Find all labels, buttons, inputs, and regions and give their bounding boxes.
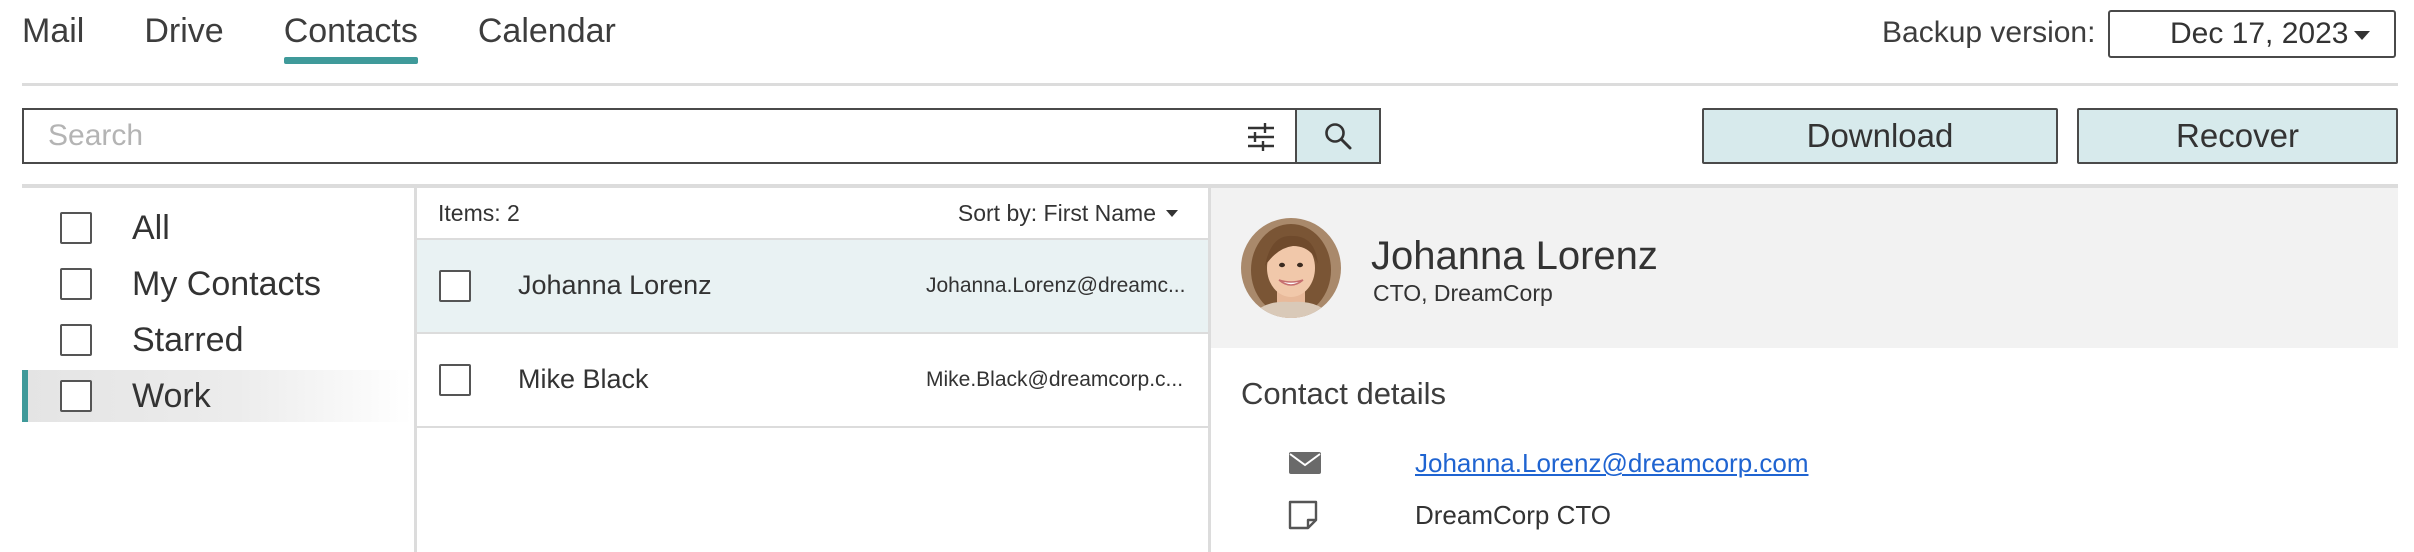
list-header: Items: 2 Sort by: First Name — [438, 196, 1178, 232]
contact-row[interactable]: Mike Black Mike.Black@dreamcorp.c... — [417, 334, 1208, 428]
caret-down-icon — [1166, 210, 1178, 217]
sort-dropdown[interactable]: Sort by: First Name — [958, 200, 1178, 227]
folder-label: My Contacts — [132, 264, 321, 303]
contact-email: Mike.Black@dreamcorp.c... — [926, 368, 1184, 391]
folder-my-contacts[interactable]: My Contacts — [22, 258, 412, 310]
folder-label: All — [132, 208, 170, 247]
contact-checkbox[interactable] — [439, 364, 471, 396]
folder-all[interactable]: All — [22, 202, 412, 254]
search-button[interactable] — [1295, 108, 1381, 164]
detail-note-row: DreamCorp CTO — [1288, 496, 2288, 536]
folder-label: Work — [132, 376, 211, 415]
envelope-icon — [1289, 452, 1321, 474]
filter-sliders-icon[interactable] — [1246, 122, 1276, 152]
folder-checkbox[interactable] — [60, 268, 92, 300]
search-input[interactable] — [24, 110, 1200, 162]
download-button[interactable]: Download — [1702, 108, 2058, 164]
folder-checkbox[interactable] — [60, 212, 92, 244]
folder-work[interactable]: Work — [22, 370, 412, 422]
folder-checkbox[interactable] — [60, 324, 92, 356]
sort-label: Sort by: First Name — [957, 200, 1156, 226]
note-icon — [1288, 500, 1318, 530]
avatar-photo — [1241, 218, 1341, 318]
contact-details-heading: Contact details — [1241, 376, 1447, 411]
detail-email-link[interactable]: Johanna.Lorenz@dreamcorp.com — [1415, 448, 1809, 479]
contact-checkbox[interactable] — [439, 270, 471, 302]
contact-email: Johanna.Lorenz@dreamc... — [926, 274, 1186, 297]
folder-checkbox[interactable] — [60, 380, 92, 412]
detail-note-text: DreamCorp CTO — [1415, 500, 1612, 530]
search-box — [22, 108, 1295, 164]
contact-name: Johanna Lorenz — [518, 270, 712, 300]
search-icon — [1325, 123, 1352, 150]
nav-divider — [22, 83, 2398, 86]
contact-row[interactable]: Johanna Lorenz Johanna.Lorenz@dreamc... — [417, 240, 1208, 334]
tab-contacts[interactable]: Contacts — [283, 0, 419, 66]
backup-version-label: Backup version: — [1882, 16, 2096, 49]
detail-email-row: Johanna.Lorenz@dreamcorp.com — [1288, 444, 2288, 484]
tab-drive[interactable]: Drive — [144, 0, 223, 66]
avatar — [1241, 218, 1341, 318]
detail-contact-name: Johanna Lorenz — [1371, 234, 1658, 278]
tab-calendar[interactable]: Calendar — [478, 0, 616, 66]
items-count: Items: 2 — [438, 200, 520, 226]
recover-button[interactable]: Recover — [2077, 108, 2398, 164]
folder-starred[interactable]: Starred — [22, 314, 412, 366]
backup-version-select[interactable]: Dec 17, 2023 — [2108, 10, 2396, 58]
contact-detail-header: Johanna Lorenz CTO, DreamCorp — [1211, 188, 2398, 348]
detail-contact-title: CTO, DreamCorp — [1373, 280, 1553, 306]
caret-down-icon — [2354, 31, 2370, 40]
tab-mail[interactable]: Mail — [22, 0, 84, 66]
folder-label: Starred — [132, 320, 244, 359]
contact-name: Mike Black — [518, 364, 649, 394]
app-tabs: Mail Drive Contacts Calendar — [22, 0, 676, 66]
backup-version-value: Dec 17, 2023 — [2170, 17, 2349, 50]
